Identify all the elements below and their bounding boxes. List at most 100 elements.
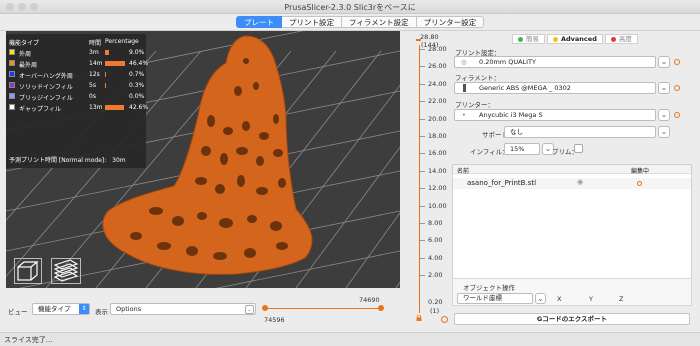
slider-tick	[420, 205, 425, 207]
mode-simple-button[interactable]: 簡易	[512, 34, 545, 44]
filament-color-swatch	[463, 84, 466, 92]
show-options-select[interactable]: Options ⌄	[110, 303, 256, 315]
brim-checkbox[interactable]	[574, 144, 583, 153]
slider-track[interactable]	[419, 45, 420, 313]
show-options-value: Options	[116, 305, 142, 313]
object-name: asano_for_PrintB.stl	[467, 179, 537, 187]
eye-icon[interactable]: ◉	[577, 178, 583, 186]
filament-profile-select[interactable]: Generic ABS @MEGA _ 0302	[454, 82, 656, 94]
slider-tick	[420, 66, 425, 68]
tab-printer-settings[interactable]: プリンター設定	[416, 16, 485, 28]
hslider-left-thumb[interactable]	[262, 305, 268, 311]
support-value: なし	[510, 128, 523, 136]
slider-tick	[420, 49, 425, 50]
infill-select[interactable]: 15%	[504, 143, 540, 155]
legend-swatch	[9, 60, 15, 66]
support-dropdown[interactable]: ⌄	[658, 126, 670, 138]
layers-view-icon[interactable]	[51, 258, 81, 284]
legend-bar	[105, 50, 109, 55]
slider-tick-label: 12.00	[428, 184, 447, 193]
mode-advanced-button[interactable]: Advanced	[547, 34, 603, 44]
slider-tick-label: 6.00	[428, 236, 443, 245]
slider-tick-label: 18.00	[428, 132, 447, 140]
slider-tick-label: 28.00	[428, 45, 447, 53]
hslider-right-value: 74690	[359, 296, 380, 304]
legend-swatch	[9, 82, 15, 88]
filament-settings-gear-icon[interactable]	[674, 85, 680, 91]
mode-selector: 簡易 Advanced 高度	[512, 34, 638, 44]
mode-expert-label: 高度	[618, 35, 632, 43]
filament-profile-value: Generic ABS @MEGA _ 0302	[479, 84, 571, 92]
tab-filament-settings[interactable]: フィラメント設定	[342, 16, 417, 28]
legend-col-percentage: Percentage	[105, 38, 139, 45]
hslider-left-value: 74596	[264, 316, 285, 324]
tab-print-settings[interactable]: プリント設定	[282, 16, 342, 28]
object-manipulation-panel: オブジェクト操作 ワールド座標 ⌄ X Y Z	[452, 278, 692, 306]
profile-icon: ◎	[461, 58, 467, 66]
slider-tick	[420, 153, 425, 155]
legend-row: 最外周 14m 46.4%	[9, 60, 149, 69]
object-settings-icon[interactable]	[637, 181, 642, 186]
3d-view-icon[interactable]	[14, 258, 42, 284]
hslider-right-thumb[interactable]	[378, 305, 384, 311]
legend-percentage: 46.4%	[129, 60, 149, 67]
slider-tick	[420, 136, 425, 137]
slider-tick	[420, 223, 425, 224]
title-bar: PrusaSlicer-2.3.0 Slic3rをベースに	[0, 0, 700, 14]
status-text: スライス完了...	[4, 336, 53, 344]
print-profile-dropdown[interactable]: ⌄	[658, 56, 670, 68]
top-thumb[interactable]	[416, 39, 421, 41]
view-type-value: 機能タイプ	[38, 305, 71, 313]
axis-z-label: Z	[619, 295, 624, 303]
slider-tick-label: 10.00	[428, 201, 447, 210]
coordinate-system-select[interactable]: ワールド座標	[457, 293, 533, 304]
legend-bar-track	[105, 72, 127, 77]
legend-row: ブリッジインフィル 0s 0.0%	[9, 93, 145, 102]
slider-tick-label: 26.00	[428, 62, 447, 71]
support-select[interactable]: なし	[504, 126, 656, 138]
legend-bar-track	[105, 94, 127, 99]
legend-percentage: 0.0%	[129, 93, 145, 100]
view-type-select[interactable]: 機能タイプ ⇕	[32, 303, 90, 315]
preview-bottom-bar: ビュー 機能タイプ ⇕ 表示 Options ⌄ 74690 74596	[6, 290, 446, 330]
slider-tick-label: 8.00	[428, 219, 443, 227]
layer-vertical-slider[interactable]: 28.80 (144) 28.00 26.00 24.00 22.00 20.00 18.…	[416, 31, 447, 321]
tab-bar: プレート プリント設定 フィラメント設定 プリンター設定	[0, 14, 700, 31]
print-profile-value: 0.20mm QUALITY	[479, 58, 537, 66]
axis-x-label: X	[557, 295, 562, 303]
slider-tick-label: 2.00	[428, 271, 443, 280]
slider-tick-label: 16.00	[428, 149, 447, 158]
legend-col-time: 時間	[89, 40, 102, 47]
coordinate-system-dropdown[interactable]: ⌄	[535, 293, 546, 304]
printer-profile-dropdown[interactable]: ⌄	[658, 109, 670, 121]
slider-tick	[420, 101, 425, 103]
export-gcode-button[interactable]: Gコードのエクスポート	[454, 313, 690, 325]
print-profile-select[interactable]: ◎ 0.20mm QUALITY	[454, 56, 656, 68]
legend-feature-name: ブリッジインフィル	[19, 95, 73, 102]
slider-tick	[420, 83, 425, 85]
print-settings-gear-icon[interactable]	[674, 59, 680, 65]
legend-feature-name: オーバーハング外周	[19, 73, 73, 80]
slider-tick-label: 4.00	[428, 253, 443, 262]
estimate-value: 30m	[112, 157, 126, 164]
legend-percentage: 42.6%	[129, 104, 149, 111]
legend-percentage: 9.0%	[129, 49, 145, 56]
tab-plater[interactable]: プレート	[236, 16, 282, 28]
printer-profile-select[interactable]: • Anycubic i3 Mega S	[454, 109, 656, 121]
legend-swatch	[9, 71, 15, 77]
legend-bar-track	[105, 105, 127, 110]
horizontal-move-slider[interactable]	[264, 308, 382, 309]
legend-feature-name: ギャップフィル	[19, 106, 61, 113]
mode-expert-button[interactable]: 高度	[604, 34, 638, 44]
printer-settings-gear-icon[interactable]	[674, 112, 680, 118]
3d-preview-viewport[interactable]: 機能タイプ 時間 Percentage 外周 3m 9.0% 最外周 14m 46.4% オ…	[6, 31, 400, 288]
chevron-down-icon: ⌄	[245, 305, 254, 314]
chevron-updown-icon: ⇕	[79, 304, 89, 314]
slider-tick	[420, 170, 425, 172]
slider-tick	[420, 275, 425, 277]
object-row[interactable]: asano_for_PrintB.stl ◉	[453, 178, 691, 189]
filament-profile-dropdown[interactable]: ⌄	[658, 82, 670, 94]
legend-col-type: 機能タイプ	[9, 40, 40, 47]
slider-tick-label: 20.00	[428, 114, 447, 123]
slider-tick	[420, 188, 425, 190]
